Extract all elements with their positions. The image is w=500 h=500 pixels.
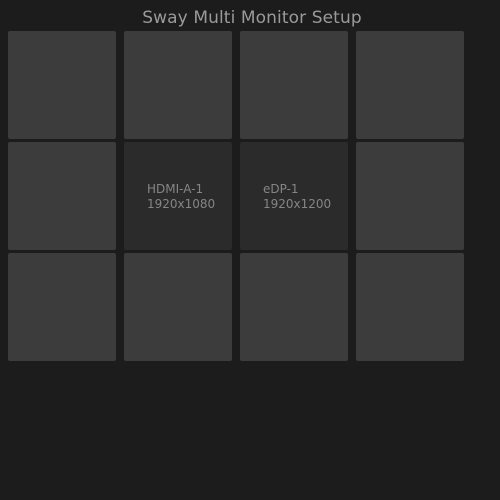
grid-slot-r2-c4[interactable] <box>356 142 464 250</box>
grid-slot-r2-c1[interactable] <box>8 142 116 250</box>
monitor-hdmi-a-1[interactable]: HDMI-A-1 1920x1080 <box>124 142 232 250</box>
grid-slot-r1-c3[interactable] <box>240 31 348 139</box>
monitor-edp-1[interactable]: eDP-1 1920x1200 <box>240 142 348 250</box>
monitor-name: HDMI-A-1 <box>147 182 204 196</box>
monitor-resolution: 1920x1080 <box>147 196 216 211</box>
monitor-resolution: 1920x1200 <box>263 196 332 211</box>
monitor-label: eDP-1 1920x1200 <box>263 182 331 211</box>
grid-slot-r1-c4[interactable] <box>356 31 464 139</box>
grid-slot-r1-c1[interactable] <box>8 31 116 139</box>
monitor-label: HDMI-A-1 1920x1080 <box>147 182 215 211</box>
monitor-grid: HDMI-A-1 1920x1080 eDP-1 1920x1200 <box>8 31 464 361</box>
grid-slot-r3-c2[interactable] <box>124 253 232 361</box>
monitor-name: eDP-1 <box>263 182 299 196</box>
grid-slot-r3-c4[interactable] <box>356 253 464 361</box>
page-title: Sway Multi Monitor Setup <box>142 8 362 28</box>
grid-slot-r1-c2[interactable] <box>124 31 232 139</box>
grid-slot-r3-c1[interactable] <box>8 253 116 361</box>
grid-slot-r3-c3[interactable] <box>240 253 348 361</box>
